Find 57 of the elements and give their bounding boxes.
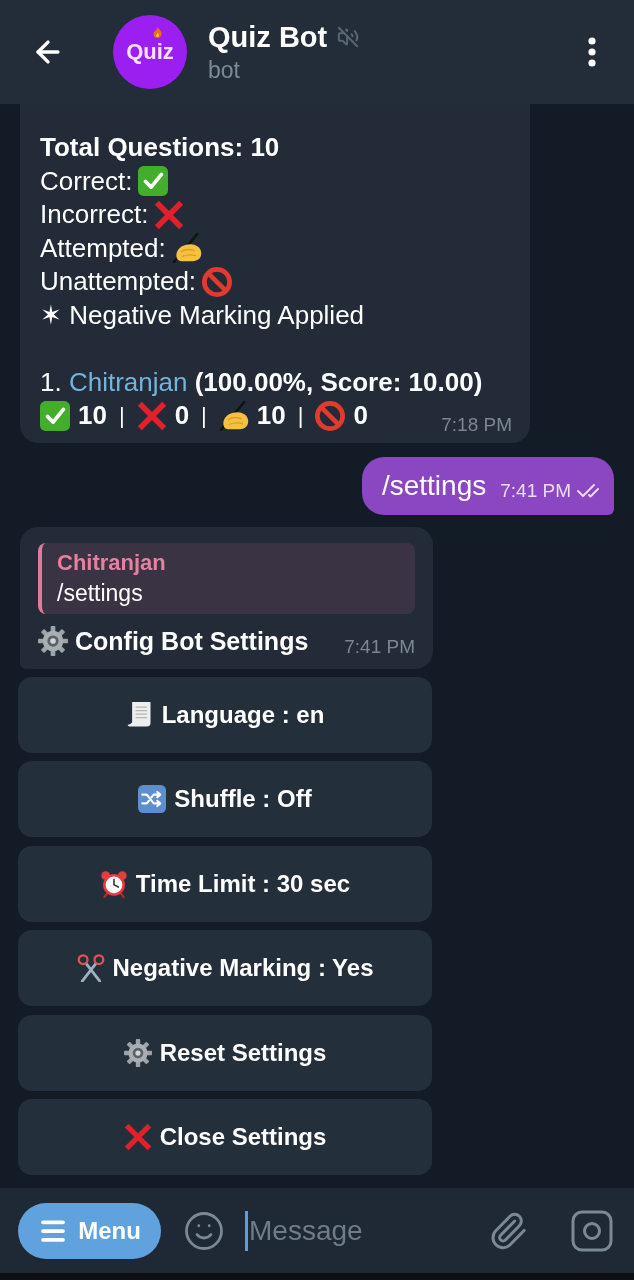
cross-icon	[154, 199, 185, 230]
stat-separator: |	[201, 402, 207, 430]
smiley-icon	[183, 1209, 225, 1252]
keyboard-button[interactable]: Shuffle : Off	[18, 761, 432, 838]
quote-text: /settings	[57, 578, 143, 608]
avatar-text: Quiz	[126, 41, 174, 63]
legend-label: Unattempted:	[40, 265, 197, 298]
note-text: ✶ Negative Marking Applied	[40, 298, 365, 332]
message-time: 7:41 PM	[500, 478, 571, 503]
text-cursor-icon	[245, 1210, 248, 1251]
checkmark-icon	[40, 400, 70, 431]
gear-icon	[123, 1038, 152, 1067]
user-link[interactable]: Chitranjan	[68, 366, 188, 397]
camera-button[interactable]	[571, 1209, 613, 1252]
legend-label: Attempted:	[40, 231, 166, 265]
message-time: 7:41 PM	[344, 634, 415, 659]
keyboard-button[interactable]: Time Limit : 30 sec	[18, 845, 432, 922]
message-text: Config Bot Settings	[75, 625, 309, 657]
message-text: /settings	[381, 468, 487, 503]
message-heading: Total Questions: 10	[40, 131, 280, 164]
quote-author: Chitranjan	[57, 548, 166, 577]
legend-label: Incorrect:	[40, 198, 149, 231]
vertical-dots-icon	[588, 37, 596, 67]
paperclip-icon	[488, 1210, 528, 1251]
stat-separator: |	[297, 402, 304, 430]
prohibited-icon	[315, 400, 346, 431]
chat-title: Quiz Bot	[208, 20, 328, 55]
shuffle-icon	[138, 785, 167, 814]
prohibited-icon	[202, 266, 233, 297]
flame-icon	[153, 27, 162, 38]
scissors-icon	[76, 954, 105, 983]
stat-count: 10	[256, 399, 286, 432]
stat-separator: |	[118, 402, 125, 430]
ranking-entry: 1. Chitranjan (100.00%, Score: 10.00)	[40, 365, 483, 399]
alarm-clock-icon	[99, 869, 128, 898]
writing-hand-icon	[171, 233, 202, 264]
message-time: 7:18 PM	[441, 412, 512, 437]
page-icon	[125, 700, 154, 729]
cross-icon	[136, 400, 167, 431]
checkmark-icon	[138, 166, 169, 197]
keyboard-button[interactable]: Language : en	[18, 676, 432, 753]
message-input[interactable]: Message	[249, 1208, 487, 1253]
reply-quote[interactable]: Chitranjan /settings	[38, 542, 415, 614]
gear-icon	[38, 625, 68, 656]
keyboard-button[interactable]: Reset Settings	[18, 1014, 432, 1091]
writing-hand-icon	[218, 400, 249, 431]
stat-count: 0	[174, 399, 190, 432]
keyboard-button[interactable]: Negative Marking : Yes	[18, 930, 432, 1007]
keyboard-button[interactable]: Close Settings	[18, 1099, 432, 1176]
emoji-button[interactable]	[183, 1209, 225, 1252]
bot-avatar[interactable]: Quiz	[113, 15, 187, 89]
stat-count: 0	[353, 399, 368, 432]
legend-label: Correct:	[40, 164, 133, 198]
chat-subtitle: bot	[208, 56, 240, 85]
stat-count: 10	[78, 399, 107, 432]
cross-icon	[123, 1123, 152, 1152]
camera-icon	[571, 1209, 613, 1252]
